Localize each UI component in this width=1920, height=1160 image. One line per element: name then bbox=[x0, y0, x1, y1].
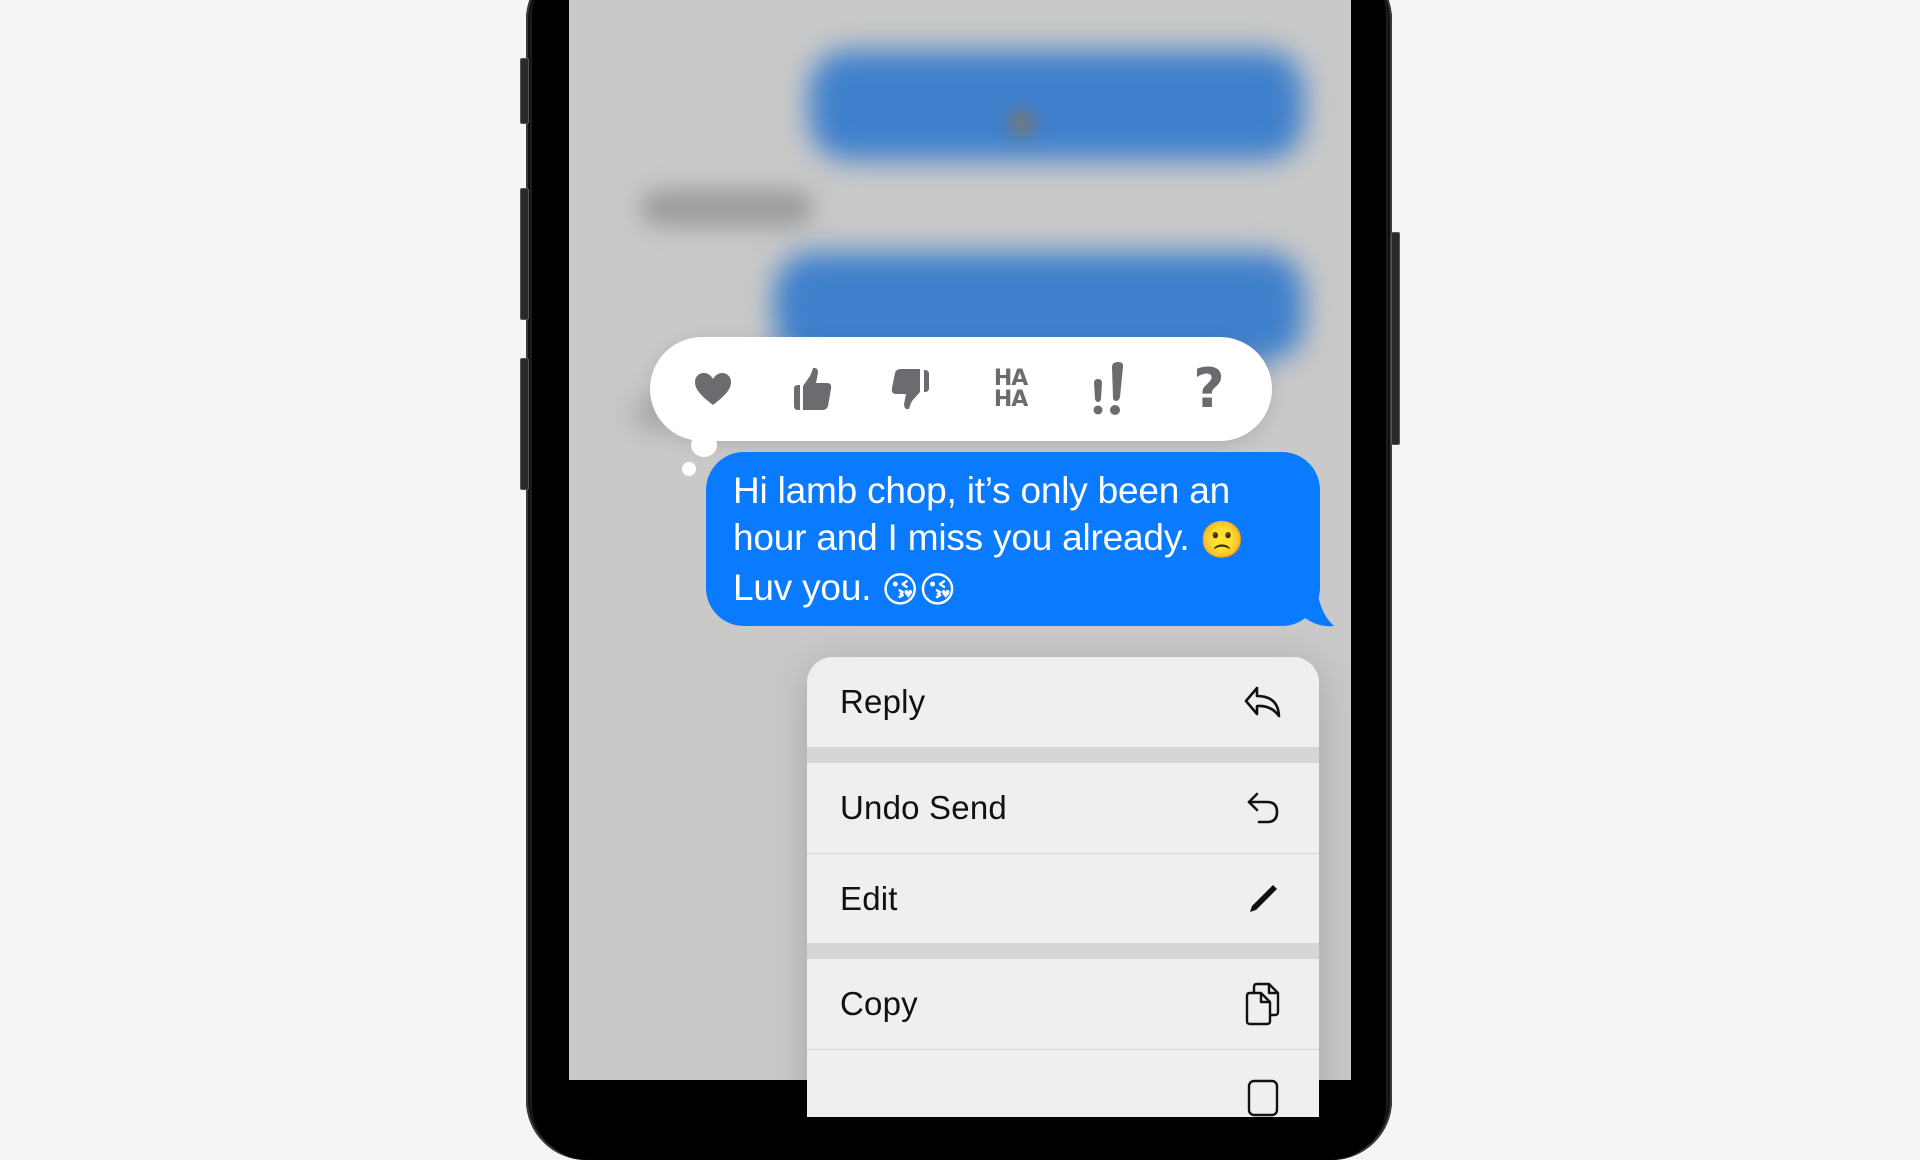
volume-down-button bbox=[520, 358, 529, 490]
tapback-bar: HA HA ? bbox=[650, 337, 1272, 441]
message-line-3: Luv you. 😘😘 bbox=[733, 564, 1300, 614]
menu-item-label: Reply bbox=[840, 683, 926, 720]
menu-item-edit[interactable]: Edit bbox=[807, 853, 1319, 943]
menu-section-divider bbox=[807, 747, 1319, 763]
menu-item-label: Undo Send bbox=[840, 789, 1007, 826]
message-text: hour and I miss you already. bbox=[733, 517, 1190, 558]
context-menu: Reply Undo Send Edit Copy bbox=[807, 657, 1319, 1117]
action-button bbox=[520, 58, 529, 124]
reply-icon bbox=[1243, 680, 1283, 724]
tapback-haha[interactable]: HA HA bbox=[976, 354, 1046, 424]
thumbs-up-icon bbox=[794, 367, 832, 410]
blurred-emoji bbox=[1009, 110, 1035, 136]
menu-item-label: Edit bbox=[840, 879, 898, 917]
haha-icon: HA HA bbox=[993, 366, 1028, 412]
partially-visible-icon bbox=[1243, 1073, 1283, 1117]
volume-up-button bbox=[520, 188, 529, 320]
blurred-sent-bubble bbox=[809, 50, 1304, 160]
message-bubble[interactable]: Hi lamb chop, it’s only been an hour and… bbox=[706, 452, 1320, 626]
haha-bottom: HA bbox=[993, 387, 1028, 412]
menu-item-undo-send[interactable]: Undo Send bbox=[807, 763, 1319, 853]
frowning-face-emoji: 🙁 bbox=[1199, 520, 1245, 561]
message-text: Luv you. bbox=[733, 567, 872, 608]
heart-icon bbox=[695, 373, 731, 405]
kissing-face-emoji: 😘 bbox=[881, 570, 919, 611]
menu-item-label: Copy bbox=[840, 985, 918, 1022]
tapback-tail-small bbox=[682, 462, 696, 476]
menu-item-partially-visible[interactable] bbox=[807, 1049, 1319, 1117]
message-line-1: Hi lamb chop, it’s only been an bbox=[733, 467, 1300, 514]
kissing-face-emoji: 😘 bbox=[918, 570, 957, 611]
message-line-2: hour and I miss you already. 🙁 bbox=[733, 514, 1300, 564]
power-button bbox=[1391, 232, 1400, 445]
menu-section-divider bbox=[807, 943, 1319, 959]
message-text: Hi lamb chop, it’s only been an bbox=[733, 470, 1231, 511]
thumbs-down-icon bbox=[892, 369, 930, 410]
tapback-tail-large bbox=[691, 433, 717, 457]
tapback-heart[interactable] bbox=[678, 354, 748, 424]
pencil-icon bbox=[1243, 877, 1283, 921]
tapback-thumbs-up[interactable] bbox=[777, 354, 847, 424]
tapback-question[interactable]: ? bbox=[1174, 354, 1244, 424]
question-icon: ? bbox=[1193, 357, 1225, 420]
tapback-thumbs-down[interactable] bbox=[876, 354, 946, 424]
double-exclamation-icon bbox=[1093, 362, 1123, 415]
undo-icon bbox=[1243, 786, 1283, 830]
copy-icon bbox=[1243, 982, 1283, 1026]
blurred-timestamp bbox=[641, 190, 813, 226]
menu-item-reply[interactable]: Reply bbox=[807, 657, 1319, 747]
haha-top: HA bbox=[993, 366, 1028, 391]
tapback-emphasize[interactable] bbox=[1075, 354, 1145, 424]
menu-item-copy[interactable]: Copy bbox=[807, 959, 1319, 1049]
